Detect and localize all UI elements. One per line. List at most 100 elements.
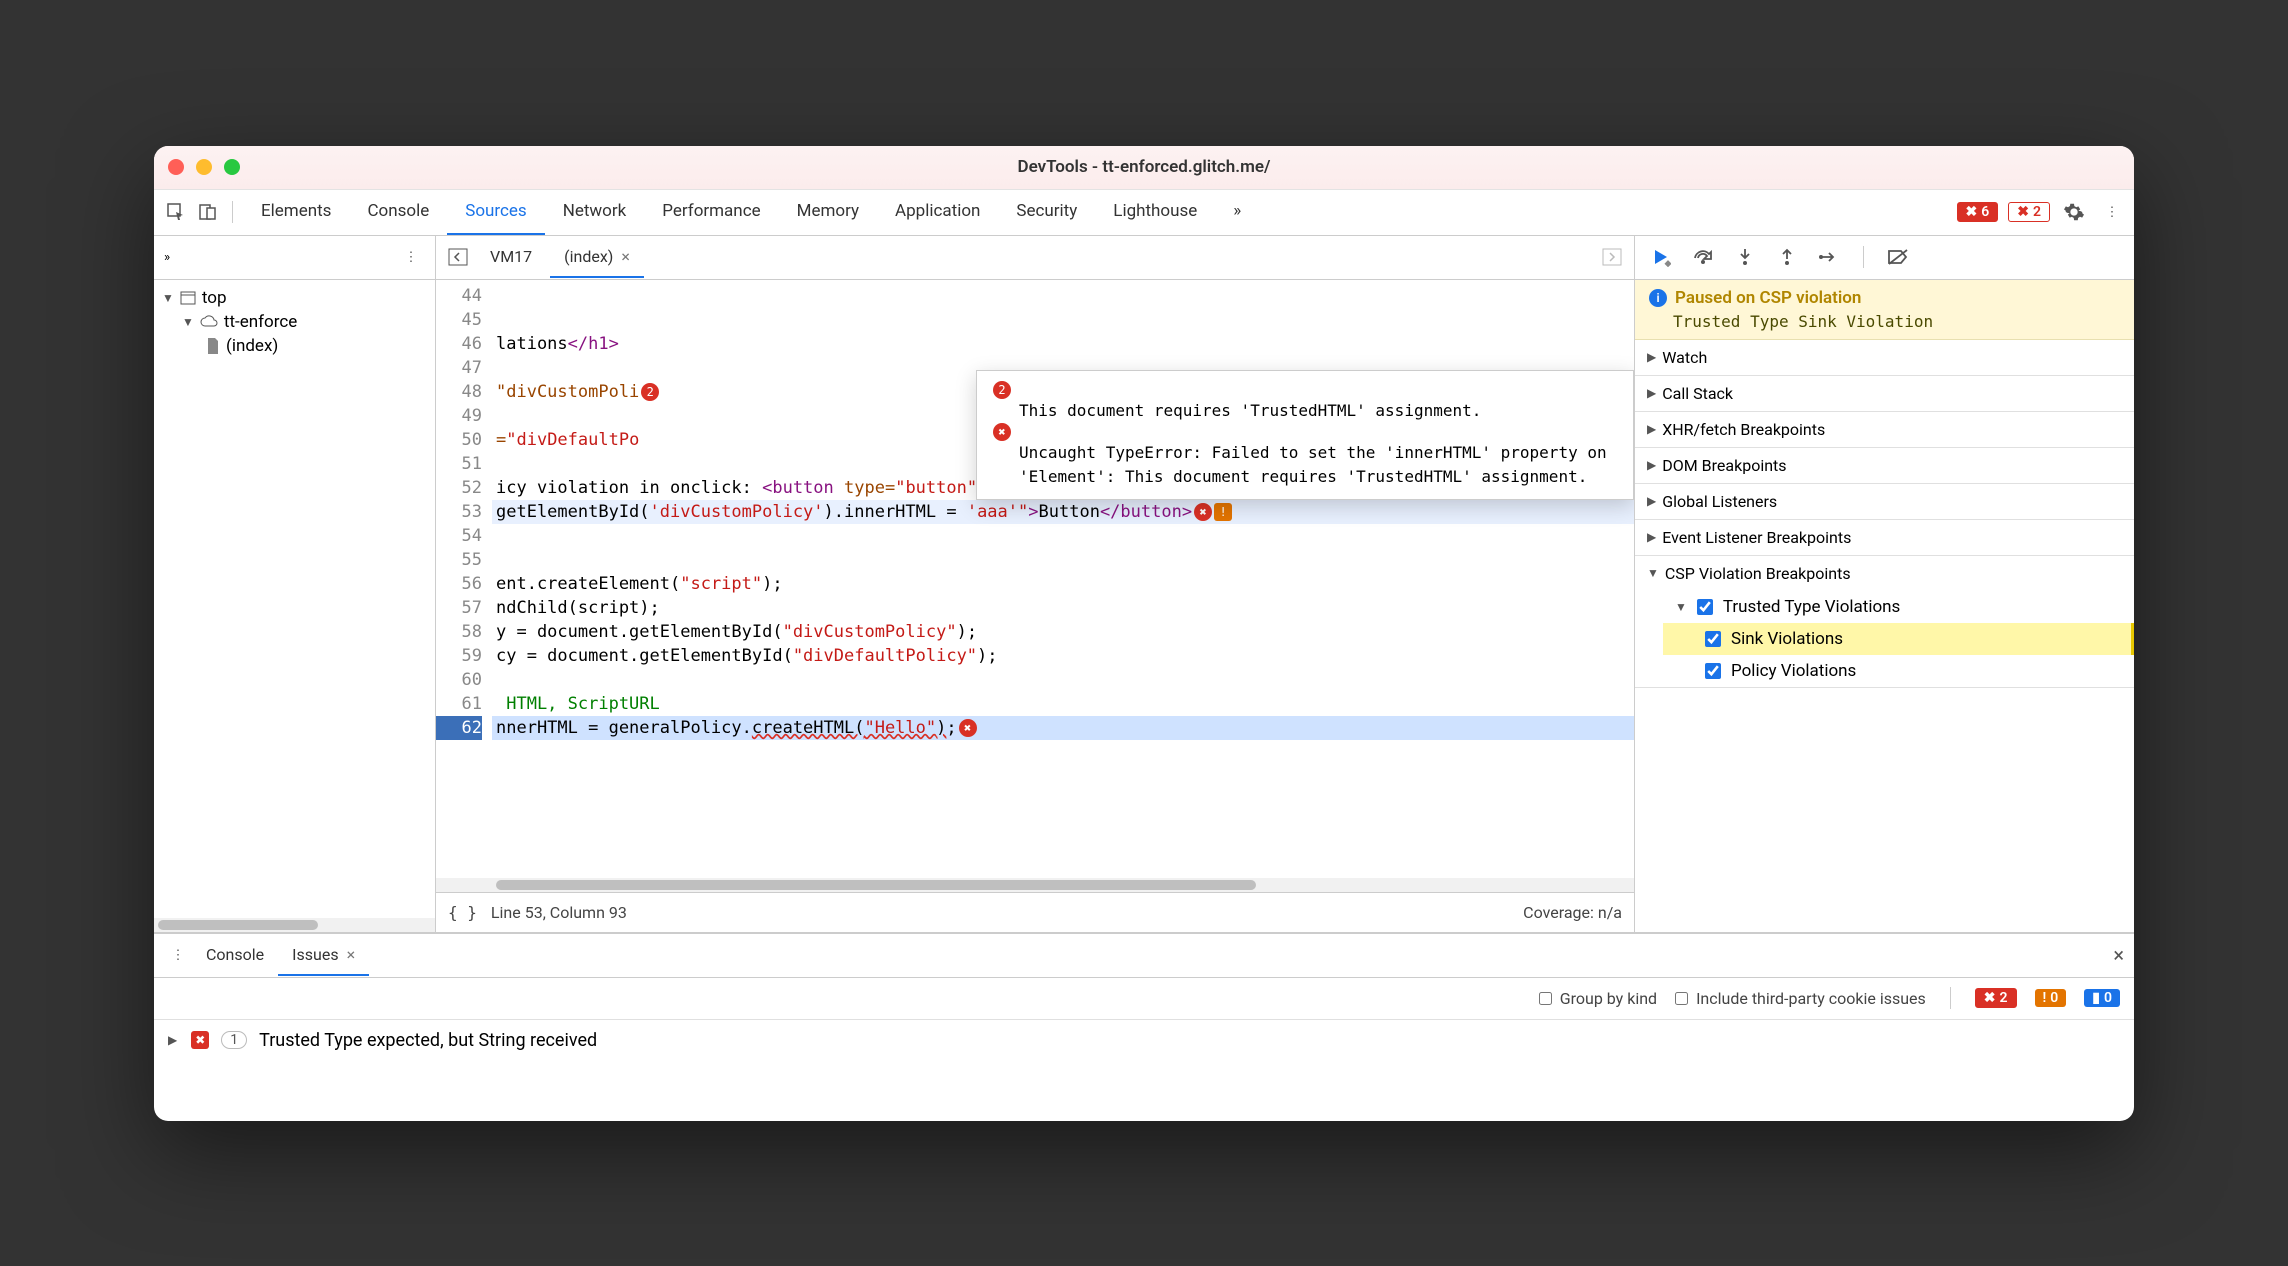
error-tooltip: 2 This document requires 'TrustedHTML' a… (976, 370, 1634, 500)
section-global-label: Global Listeners (1662, 492, 1777, 511)
line-error-icon-62: ✖ (959, 719, 977, 737)
file-tab-index[interactable]: (index) × (550, 237, 644, 278)
line-59: cy = document.getElementById("divDefault… (492, 644, 1634, 668)
csp-tt-checkbox[interactable] (1697, 599, 1713, 615)
error-count-badge[interactable]: ✖ 6 (1957, 202, 1999, 222)
nav-back-icon[interactable] (444, 243, 472, 271)
section-watch-label: Watch (1662, 348, 1707, 367)
drawer-info-count: 0 (2104, 990, 2112, 1006)
minimize-window-button[interactable] (196, 159, 212, 175)
section-xhr[interactable]: ▶XHR/fetch Breakpoints (1635, 412, 2134, 447)
section-csp[interactable]: ▼CSP Violation Breakpoints (1635, 556, 2134, 591)
csp-tt-label: Trusted Type Violations (1723, 597, 1900, 617)
section-event[interactable]: ▶Event Listener Breakpoints (1635, 520, 2134, 555)
drawer-tab-console-label: Console (206, 945, 264, 964)
window-title: DevTools - tt-enforced.glitch.me/ (1018, 157, 1271, 177)
error-count: 6 (1981, 204, 1989, 220)
window-icon (180, 291, 196, 305)
navigator-menu-icon[interactable]: ⋮ (397, 243, 425, 271)
csp-tt-row[interactable]: ▼Trusted Type Violations (1663, 591, 2134, 623)
line-57: ndChild(script); (492, 596, 1634, 620)
editor-panel: VM17 (index) × 44454647 48495051 5253545… (436, 236, 1634, 932)
kebab-menu-icon[interactable]: ⋮ (2098, 198, 2126, 226)
drawer-info-badge[interactable]: ▮ 0 (2084, 989, 2120, 1007)
coverage-status: Coverage: n/a (1523, 903, 1622, 922)
tab-console[interactable]: Console (349, 189, 447, 235)
tree-file-label: (index) (226, 336, 278, 356)
debugger-toolbar (1635, 236, 2134, 280)
drawer-toolbar: Group by kind Include third-party cookie… (154, 978, 2134, 1020)
tab-overflow[interactable]: » (1215, 189, 1259, 235)
step-into-icon[interactable] (1731, 243, 1759, 271)
tab-memory[interactable]: Memory (779, 189, 877, 235)
issue-row-1[interactable]: ▶ ✖ 1 Trusted Type expected, but String … (154, 1020, 2134, 1061)
device-toolbar-icon[interactable] (194, 198, 222, 226)
devtools-window: DevTools - tt-enforced.glitch.me/ Elemen… (154, 146, 2134, 1121)
pretty-print-icon[interactable]: { } (448, 903, 477, 922)
step-out-icon[interactable] (1773, 243, 1801, 271)
code-editor[interactable]: 44454647 48495051 52535455 56575859 6061… (436, 280, 1634, 878)
file-tab-vm17[interactable]: VM17 (476, 237, 546, 278)
settings-icon[interactable] (2060, 198, 2088, 226)
section-dom-label: DOM Breakpoints (1662, 456, 1786, 475)
tab-performance[interactable]: Performance (644, 189, 778, 235)
tree-file[interactable]: (index) (154, 334, 435, 358)
section-csp-label: CSP Violation Breakpoints (1665, 564, 1851, 583)
section-xhr-label: XHR/fetch Breakpoints (1662, 420, 1825, 439)
tooltip-count-icon: 2 (993, 381, 1011, 399)
drawer-tab-issues[interactable]: Issues× (278, 935, 369, 976)
tab-network[interactable]: Network (545, 189, 645, 235)
close-drawer-tab-icon[interactable]: × (347, 945, 356, 964)
deactivate-breakpoints-icon[interactable] (1884, 243, 1912, 271)
divider (1950, 987, 1951, 1009)
csp-sink-checkbox[interactable] (1705, 631, 1721, 647)
tab-application[interactable]: Application (877, 189, 998, 235)
line-gutter: 44454647 48495051 52535455 56575859 6061… (436, 280, 492, 878)
line-warning-icon: ! (1214, 503, 1232, 521)
section-global[interactable]: ▶Global Listeners (1635, 484, 2134, 519)
drawer-warn-badge[interactable]: ! 0 (2035, 989, 2067, 1007)
drawer-warn-count: 0 (2050, 990, 2058, 1006)
section-callstack[interactable]: ▶Call Stack (1635, 376, 2134, 411)
resume-icon[interactable] (1647, 243, 1675, 271)
navigator-hscroll[interactable] (154, 918, 435, 932)
inspect-element-icon[interactable] (162, 198, 190, 226)
tree-top[interactable]: ▼ top (154, 286, 435, 310)
csp-sink-row[interactable]: Sink Violations (1663, 623, 2134, 655)
drawer-menu-icon[interactable]: ⋮ (164, 941, 192, 969)
tab-security[interactable]: Security (998, 189, 1095, 235)
tab-sources[interactable]: Sources (447, 189, 544, 235)
drawer-tab-console[interactable]: Console (192, 935, 278, 976)
issues-count-badge[interactable]: ✖ 2 (2008, 202, 2050, 222)
nav-forward-icon[interactable] (1598, 243, 1626, 271)
section-watch[interactable]: ▶Watch (1635, 340, 2134, 375)
drawer-err-badge[interactable]: ✖ 2 (1975, 988, 2017, 1008)
step-icon[interactable] (1815, 243, 1843, 271)
navigator-overflow[interactable]: » (164, 250, 170, 265)
tab-elements[interactable]: Elements (243, 189, 349, 235)
editor-hscroll[interactable] (436, 878, 1634, 892)
line-error-icon: ✖ (1194, 503, 1212, 521)
tab-lighthouse[interactable]: Lighthouse (1095, 189, 1215, 235)
cloud-icon (200, 315, 218, 329)
tooltip-error-icon: ✖ (993, 423, 1011, 441)
tooltip-msg-2: Uncaught TypeError: Failed to set the 'i… (991, 441, 1619, 489)
close-window-button[interactable] (168, 159, 184, 175)
group-by-kind-check[interactable]: Group by kind (1539, 989, 1657, 1008)
csp-policy-checkbox[interactable] (1705, 663, 1721, 679)
csp-policy-row[interactable]: Policy Violations (1663, 655, 2134, 687)
cursor-position: Line 53, Column 93 (491, 903, 627, 922)
panel-tabs: Elements Console Sources Network Perform… (243, 189, 1259, 235)
close-tab-icon[interactable]: × (621, 247, 630, 266)
tree-site[interactable]: ▼ tt-enforce (154, 310, 435, 334)
file-tab-index-label: (index) (564, 247, 613, 266)
close-drawer-icon[interactable]: × (2113, 943, 2124, 967)
third-party-check[interactable]: Include third-party cookie issues (1675, 989, 1926, 1008)
group-by-kind-checkbox[interactable] (1539, 992, 1552, 1005)
section-dom[interactable]: ▶DOM Breakpoints (1635, 448, 2134, 483)
maximize-window-button[interactable] (224, 159, 240, 175)
step-over-icon[interactable] (1689, 243, 1717, 271)
sources-main: » ⋮ ▼ top ▼ tt-enforce (index) (154, 236, 2134, 933)
third-party-checkbox[interactable] (1675, 992, 1688, 1005)
debugger-panel: iPaused on CSP violation Trusted Type Si… (1634, 236, 2134, 932)
